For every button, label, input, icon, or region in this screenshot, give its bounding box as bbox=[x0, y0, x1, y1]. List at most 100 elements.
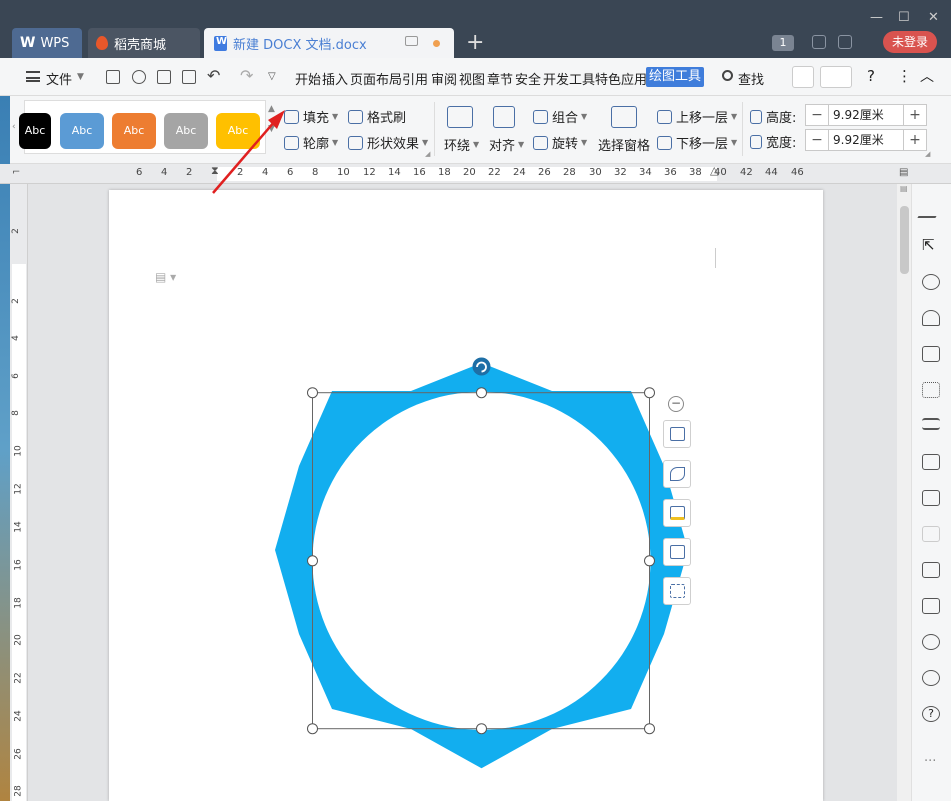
shape-style-button[interactable] bbox=[663, 460, 691, 488]
apps-grid-icon[interactable] bbox=[922, 382, 940, 398]
monitor-icon[interactable] bbox=[405, 36, 418, 46]
undo-icon[interactable]: ↶ bbox=[207, 66, 220, 85]
right-indent-icon[interactable]: △ bbox=[710, 164, 718, 177]
print-preview-icon[interactable] bbox=[182, 70, 196, 84]
style-preset-orange[interactable]: Abc bbox=[112, 113, 156, 149]
send-backward-button[interactable]: 下移一层 ▼ bbox=[657, 133, 737, 152]
hamburger-icon[interactable] bbox=[26, 71, 40, 82]
width-decrease-button[interactable]: − bbox=[806, 130, 828, 150]
height-decrease-button[interactable]: − bbox=[806, 105, 828, 125]
window-count-badge[interactable]: 1 bbox=[772, 35, 794, 51]
height-stepper[interactable]: − 9.92厘米 + bbox=[805, 104, 927, 126]
tab-document[interactable]: 新建 DOCX 文档.docx bbox=[204, 28, 454, 58]
resize-handle-nw[interactable] bbox=[307, 387, 318, 399]
more-options-button[interactable] bbox=[663, 577, 691, 605]
resize-handle-se[interactable] bbox=[644, 723, 655, 735]
rotate-button[interactable]: 旋转 ▼ bbox=[533, 133, 587, 152]
tab-wps[interactable]: W WPS bbox=[12, 28, 82, 58]
vertical-scrollbar[interactable]: ▤ bbox=[897, 184, 911, 801]
resize-handle-w[interactable] bbox=[307, 555, 318, 567]
resize-handle-n[interactable] bbox=[476, 387, 487, 399]
menu-file[interactable]: 文件 bbox=[46, 69, 72, 88]
scroll-left-icon[interactable]: ‹ bbox=[12, 122, 16, 132]
customize-chevron-icon[interactable]: ▽ bbox=[268, 71, 276, 82]
scrollbar-thumb[interactable] bbox=[900, 206, 909, 274]
height-increase-button[interactable]: + bbox=[904, 105, 926, 125]
collapse-float-icon[interactable]: − bbox=[668, 396, 684, 412]
resize-handle-s[interactable] bbox=[476, 723, 487, 735]
width-stepper[interactable]: − 9.92厘米 + bbox=[805, 129, 927, 151]
style-preset-blue[interactable]: Abc bbox=[60, 113, 104, 149]
scroll-up-icon[interactable]: ▤ bbox=[900, 184, 908, 193]
collapse-ribbon-icon[interactable]: ︿ bbox=[920, 66, 934, 86]
help-circle-icon[interactable]: ? bbox=[922, 706, 940, 722]
shape-outline-button[interactable] bbox=[663, 538, 691, 566]
align-button[interactable]: 对齐 ▼ bbox=[489, 135, 524, 154]
backup-icon[interactable] bbox=[922, 634, 940, 650]
chevron-down-icon[interactable]: ▼ bbox=[77, 72, 84, 82]
menu-special-apps[interactable]: 特色应用 bbox=[595, 69, 647, 88]
login-button[interactable]: 未登录 bbox=[883, 31, 937, 53]
menu-review[interactable]: 审阅 bbox=[431, 69, 457, 88]
shirt-icon[interactable] bbox=[838, 35, 852, 49]
dialog-launcher-icon[interactable]: ◢ bbox=[925, 150, 930, 158]
height-input[interactable]: 9.92厘米 bbox=[828, 105, 904, 125]
wrap-icon[interactable] bbox=[447, 106, 473, 128]
shape-fill-button[interactable] bbox=[663, 499, 691, 527]
rotate-handle-icon[interactable] bbox=[472, 357, 491, 376]
horizontal-ruler[interactable]: ⌐ 6 4 2 2 4 6 8 10 12 14 16 18 20 22 24 26 28 30 32 34 36 38 4… bbox=[0, 164, 951, 184]
maximize-icon[interactable]: ☐ bbox=[898, 10, 910, 25]
selection-pane-icon[interactable] bbox=[611, 106, 637, 128]
help-icon[interactable]: ? bbox=[867, 67, 875, 85]
new-tab-icon[interactable]: + bbox=[466, 30, 484, 55]
format-painter-button[interactable]: 格式刷 bbox=[348, 107, 406, 126]
pointer-icon[interactable]: ⇱ bbox=[922, 238, 940, 254]
menu-references[interactable]: 引用 bbox=[402, 69, 428, 88]
pen-icon[interactable] bbox=[917, 202, 945, 218]
menu-drawing-tools[interactable]: 绘图工具 bbox=[646, 67, 704, 87]
share-out-icon[interactable] bbox=[922, 490, 940, 506]
bring-forward-button[interactable]: 上移一层 ▼ bbox=[657, 107, 737, 126]
menu-sections[interactable]: 章节 bbox=[487, 69, 513, 88]
resize-handle-ne[interactable] bbox=[644, 387, 655, 399]
adjust-icon[interactable] bbox=[922, 418, 940, 430]
more-icon[interactable]: ⋮ bbox=[897, 67, 912, 85]
menu-developer[interactable]: 开发工具 bbox=[543, 69, 595, 88]
tab-docer-store[interactable]: 稻壳商城 bbox=[88, 28, 200, 58]
decagon-frame-shape[interactable] bbox=[250, 340, 720, 780]
minimize-icon[interactable]: — bbox=[870, 10, 883, 25]
vertical-ruler[interactable]: 2 2 4 6 8 10 12 14 16 18 20 22 24 26 28 bbox=[10, 184, 28, 801]
share-icon[interactable] bbox=[792, 66, 814, 88]
selection-pane-button[interactable]: 选择窗格 bbox=[598, 135, 650, 154]
style-preset-gray[interactable]: Abc bbox=[164, 113, 208, 149]
width-input[interactable]: 9.92厘米 bbox=[828, 130, 904, 150]
table-icon[interactable] bbox=[922, 346, 940, 362]
menu-insert[interactable]: 插入 bbox=[322, 69, 348, 88]
image-gallery-icon[interactable] bbox=[922, 454, 940, 470]
more-tools-icon[interactable]: ··· bbox=[924, 754, 936, 769]
smart-shape-icon[interactable] bbox=[820, 66, 852, 88]
search-icon[interactable] bbox=[722, 70, 733, 81]
ruler-toggle-icon[interactable]: ▤ bbox=[899, 167, 908, 178]
shapes-icon[interactable] bbox=[922, 274, 940, 290]
wrap-button[interactable]: 环绕 ▼ bbox=[444, 135, 479, 154]
close-icon[interactable]: ✕ bbox=[928, 10, 939, 25]
menu-home[interactable]: 开始 bbox=[295, 69, 321, 88]
dialog-launcher-icon[interactable]: ◢ bbox=[425, 150, 430, 158]
print-icon[interactable] bbox=[157, 70, 171, 84]
shape-effects-button[interactable]: 形状效果 ▼ bbox=[348, 133, 428, 152]
menu-page-layout[interactable]: 页面布局 bbox=[350, 69, 402, 88]
redo-icon[interactable]: ↷ bbox=[240, 66, 253, 85]
save-icon[interactable] bbox=[106, 70, 120, 84]
width-increase-button[interactable]: + bbox=[904, 130, 926, 150]
layout-options-button[interactable] bbox=[663, 420, 691, 448]
paragraph-options-icon[interactable]: ▤ ▾ bbox=[155, 270, 176, 284]
tab-stop-icon[interactable]: ⌐ bbox=[12, 167, 20, 178]
skin-icon[interactable] bbox=[812, 35, 826, 49]
archive-icon[interactable] bbox=[922, 562, 940, 578]
sync-icon[interactable] bbox=[132, 70, 146, 84]
style-icon[interactable] bbox=[922, 310, 940, 326]
style-preset-black[interactable]: Abc bbox=[19, 113, 51, 149]
menu-find[interactable]: 查找 bbox=[738, 69, 764, 88]
history-icon[interactable] bbox=[922, 670, 940, 686]
